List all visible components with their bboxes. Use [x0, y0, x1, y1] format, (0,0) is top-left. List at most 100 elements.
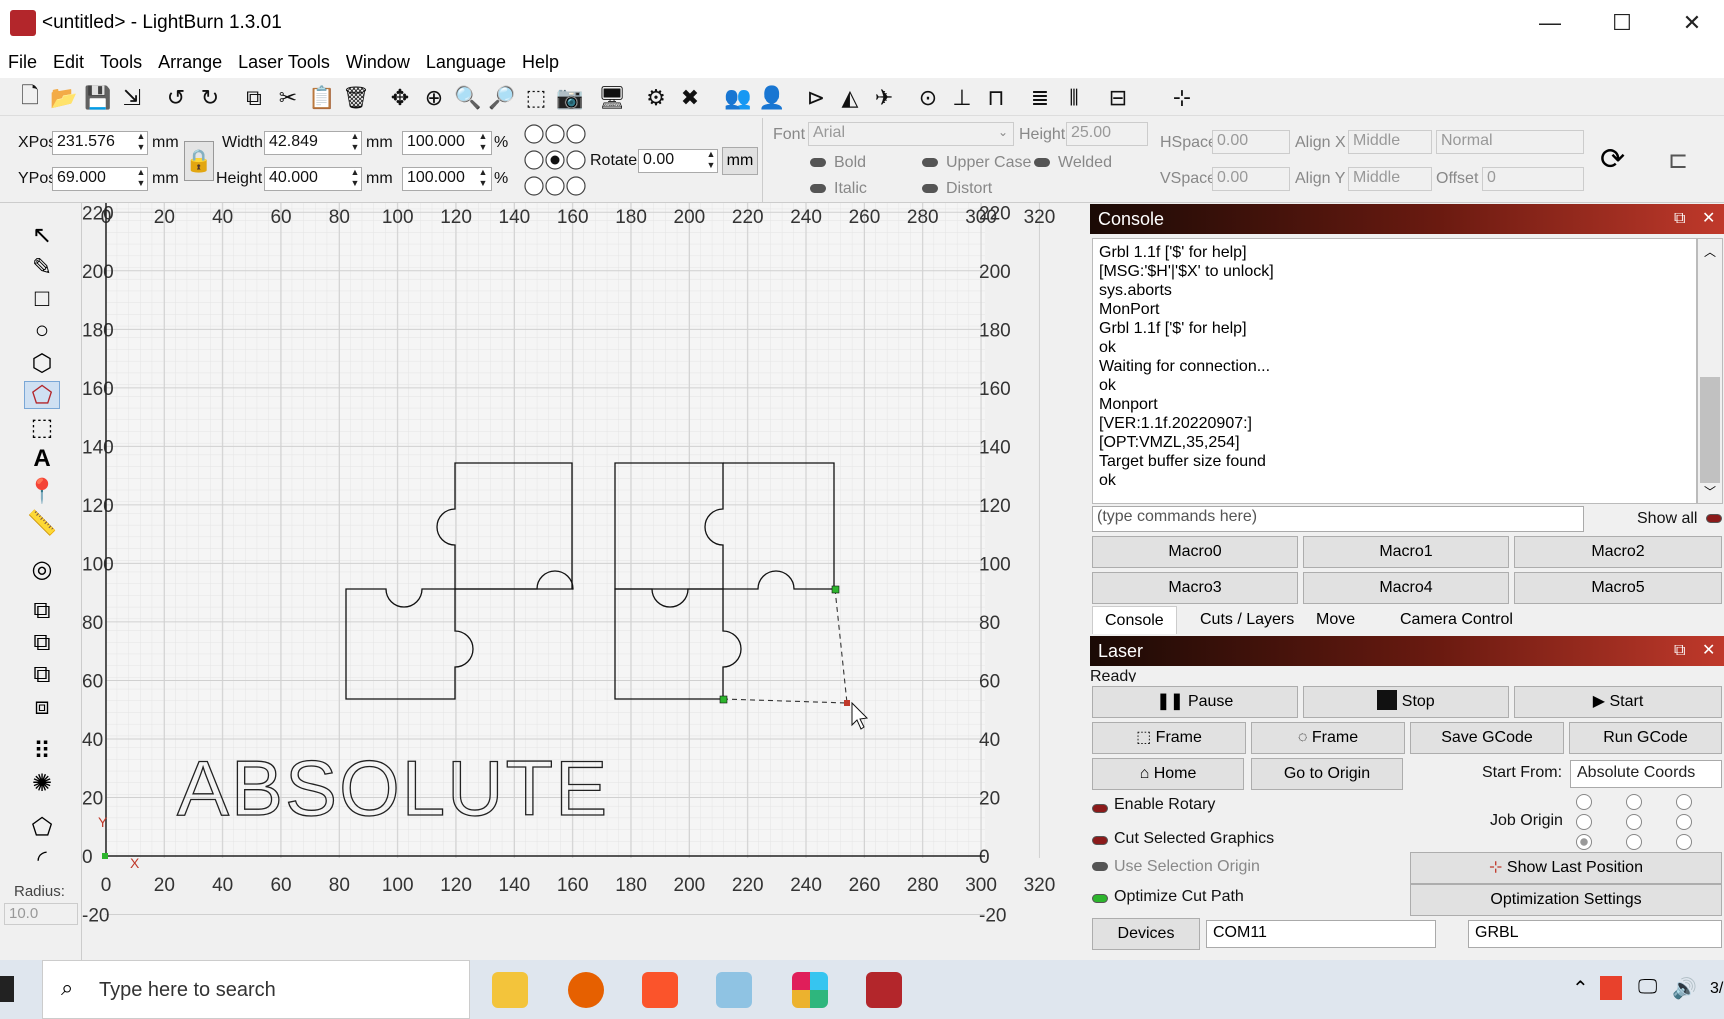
delete-icon[interactable]: 🗑 — [340, 82, 372, 114]
units-toggle-button[interactable]: mm — [722, 147, 758, 175]
monitor-icon[interactable]: 🖥 — [596, 82, 628, 114]
zoom-selection-icon[interactable]: ⬚ — [520, 82, 552, 114]
stop-button[interactable]: Stop — [1303, 686, 1509, 718]
macro2-button[interactable]: Macro2 — [1514, 536, 1722, 568]
origin-radio-br[interactable] — [1676, 834, 1692, 850]
save-gcode-button[interactable]: Save GCode — [1410, 722, 1564, 754]
move-icon[interactable]: ✥ — [384, 82, 416, 114]
group-icon[interactable]: 👥 — [722, 82, 754, 114]
float-panel-icon[interactable]: ⧉ — [1674, 204, 1685, 234]
tab-cuts-layers[interactable]: Cuts / Layers — [1188, 606, 1306, 634]
boolean-intersect-icon[interactable]: ⧉ — [24, 661, 60, 689]
lightburn-taskbar-icon[interactable] — [866, 972, 902, 1008]
space-h-icon[interactable]: ≣ — [1024, 82, 1056, 114]
tab-camera-control[interactable]: Camera Control — [1388, 606, 1525, 634]
paste-icon[interactable]: 📋 — [306, 82, 338, 114]
menu-edit[interactable]: Edit — [45, 46, 92, 78]
ungroup-icon[interactable]: 👤 — [756, 82, 788, 114]
settings-icon[interactable]: ⚙ — [640, 82, 672, 114]
file-explorer-icon[interactable] — [492, 972, 528, 1008]
network-icon[interactable]: 🖵 — [1638, 976, 1657, 999]
rotate-spinner[interactable]: ▲ ▼ — [704, 149, 718, 173]
width-percent-spinner[interactable]: ▲ ▼ — [476, 131, 490, 155]
text-tool-icon[interactable]: A — [24, 445, 60, 473]
boolean-union-icon[interactable]: ⧉ — [24, 597, 60, 625]
space-v-icon[interactable]: ⦀ — [1058, 82, 1090, 114]
height-spinner[interactable]: ▲ ▼ — [348, 167, 362, 191]
align-x-select[interactable]: Middle — [1348, 130, 1432, 154]
go-to-origin-button[interactable]: Go to Origin — [1251, 758, 1403, 790]
dock-icon[interactable]: ⊹ — [1166, 82, 1198, 114]
port-select[interactable]: COM11 — [1206, 920, 1436, 948]
console-scrollbar[interactable]: ︿ ﹀ — [1697, 238, 1723, 504]
text-mode-select[interactable]: Normal — [1436, 130, 1584, 154]
tray-app-icon[interactable] — [1600, 976, 1622, 1000]
import-icon[interactable]: ⇲ — [116, 82, 148, 114]
macro0-button[interactable]: Macro0 — [1092, 536, 1298, 568]
bold-toggle[interactable] — [810, 158, 826, 167]
mirror-icon[interactable]: ◭ — [834, 82, 866, 114]
font-select[interactable]: Arial — [808, 122, 1014, 146]
scroll-down-icon[interactable]: ﹀ — [1704, 483, 1716, 500]
macro5-button[interactable]: Macro5 — [1514, 572, 1722, 604]
macro4-button[interactable]: Macro4 — [1303, 572, 1509, 604]
vspace-input[interactable]: 0.00 — [1212, 167, 1290, 191]
radius-input[interactable]: 10.0 — [4, 903, 78, 925]
hspace-input[interactable]: 0.00 — [1212, 130, 1290, 154]
polygon-tool-icon[interactable]: ⬡ — [24, 349, 60, 377]
align-y-select[interactable]: Middle — [1348, 167, 1432, 191]
undo-icon[interactable]: ↺ — [160, 82, 192, 114]
enable-rotary-toggle[interactable] — [1092, 804, 1108, 813]
brave-icon[interactable] — [642, 972, 678, 1008]
origin-radio-bl[interactable] — [1576, 834, 1592, 850]
corner-radius-icon[interactable]: ◜ — [24, 845, 60, 873]
height-percent-spinner[interactable]: ▲ ▼ — [476, 167, 490, 191]
tab-move[interactable]: Move — [1304, 606, 1367, 634]
camera-icon[interactable]: 📷 — [554, 82, 586, 114]
windows-start-icon[interactable] — [0, 976, 14, 1002]
tools-icon[interactable]: ✖ — [674, 82, 706, 114]
xpos-spinner[interactable]: ▲ ▼ — [134, 131, 148, 155]
optimize-cut-toggle[interactable] — [1092, 894, 1108, 903]
show-all-toggle[interactable] — [1706, 514, 1722, 523]
origin-radio-tr[interactable] — [1676, 794, 1692, 810]
measure-tool-icon[interactable]: 📏 — [24, 509, 60, 537]
marquee-tool-icon[interactable]: ⬚ — [24, 413, 60, 441]
pause-button[interactable]: ❚❚ Pause — [1092, 686, 1298, 718]
close-panel-icon[interactable]: ✕ — [1702, 636, 1715, 666]
distort-toggle[interactable] — [922, 184, 938, 193]
lock-aspect-icon[interactable]: 🔒 — [184, 141, 214, 181]
anchor-point-grid[interactable] — [524, 124, 586, 196]
frame-rect-button[interactable]: ⬚ Frame — [1092, 722, 1246, 754]
origin-radio-bc[interactable] — [1626, 834, 1642, 850]
rectangle-tool-icon[interactable]: □ — [24, 285, 60, 313]
canvas-svg[interactable]: 0020204040606080801001001201201401401601… — [82, 203, 1087, 960]
select-tool-icon[interactable]: ↖ — [24, 221, 60, 249]
dock-panel-icon[interactable]: ⊏ — [1668, 146, 1688, 175]
font-height-input[interactable]: 25.00 — [1066, 122, 1148, 146]
start-from-select[interactable]: Absolute Coords — [1570, 760, 1722, 788]
welded-toggle[interactable] — [1034, 158, 1050, 167]
pen-tool-icon[interactable]: ✎ — [24, 253, 60, 281]
size-icon[interactable]: ⊟ — [1102, 82, 1134, 114]
notepad-icon[interactable] — [716, 972, 752, 1008]
menu-file[interactable]: File — [0, 46, 45, 78]
upper-case-toggle[interactable] — [922, 158, 938, 167]
cut-icon[interactable]: ✂ — [272, 82, 304, 114]
circular-array-icon[interactable]: ✺ — [24, 769, 60, 797]
cut-selected-toggle[interactable] — [1092, 836, 1108, 845]
menu-window[interactable]: Window — [338, 46, 418, 78]
zoom-fit-icon[interactable]: ⊕ — [418, 82, 450, 114]
controller-select[interactable]: GRBL — [1468, 920, 1722, 948]
zoom-out-icon[interactable]: 🔎 — [486, 82, 518, 114]
command-input[interactable]: (type commands here) — [1092, 506, 1584, 532]
show-last-position-button[interactable]: ⊹ Show Last Position — [1410, 852, 1722, 884]
firefox-icon[interactable] — [568, 972, 604, 1008]
optimization-settings-button[interactable]: Optimization Settings — [1410, 884, 1722, 916]
font-dropdown-icon[interactable]: ⌄ — [998, 125, 1008, 139]
measure-node-end[interactable] — [844, 700, 850, 706]
offset-tool-icon[interactable]: ◎ — [24, 555, 60, 583]
position-tool-icon[interactable]: 📍 — [24, 477, 60, 505]
origin-radio-tl[interactable] — [1576, 794, 1592, 810]
measure-node[interactable] — [831, 585, 840, 594]
